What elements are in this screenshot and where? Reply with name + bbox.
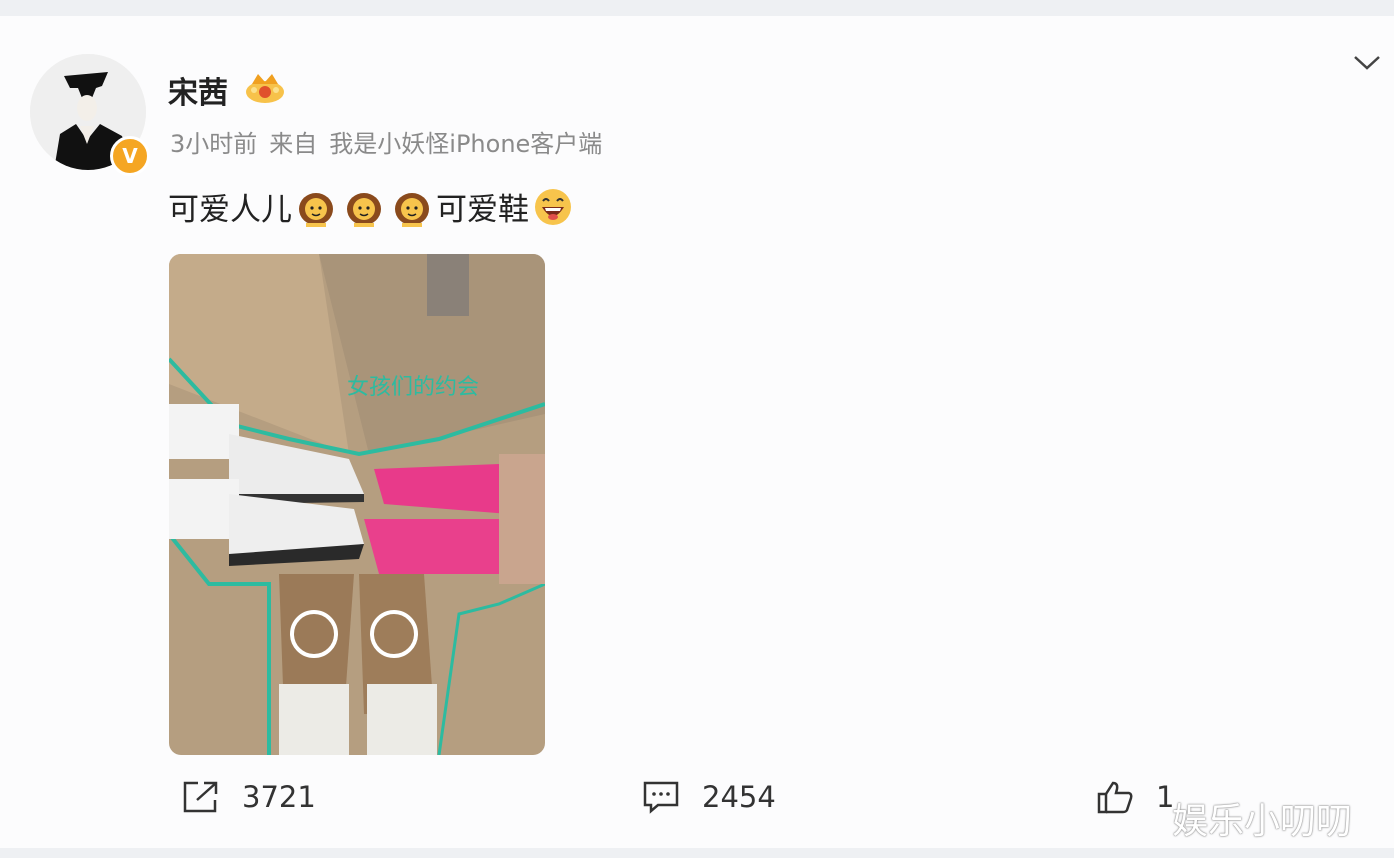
post-image[interactable]: 女孩们的约会 xyxy=(169,254,545,755)
like-button[interactable]: 1 xyxy=(1096,780,1174,814)
girl-emoji-icon xyxy=(395,192,429,227)
watermark: 娱乐小叨叨 xyxy=(1172,801,1353,842)
like-icon xyxy=(1097,781,1133,814)
post-source[interactable]: 我是小妖怪iPhone客户端 xyxy=(329,130,602,158)
post-text-part2: 可爱鞋 xyxy=(436,192,529,228)
post-text: 可爱人儿 可爱鞋 xyxy=(168,184,577,229)
girl-emoji-icon xyxy=(299,192,333,227)
comment-button[interactable]: 2454 xyxy=(642,780,776,814)
chevron-down-icon[interactable] xyxy=(1352,52,1382,72)
verified-badge: V xyxy=(110,136,150,176)
girl-emoji-icon xyxy=(347,192,381,227)
laugh-emoji-icon xyxy=(535,188,571,225)
weibo-post-card: V 宋茜 3小时前 来自 我是小妖怪iPhone客户端 可爱人儿 可爱鞋 女孩们… xyxy=(0,16,1394,848)
from-label: 来自 xyxy=(269,130,318,158)
comment-icon xyxy=(643,781,679,814)
share-icon xyxy=(183,781,218,813)
share-count: 3721 xyxy=(242,780,316,814)
share-button[interactable]: 3721 xyxy=(182,780,316,814)
comment-count: 2454 xyxy=(702,780,776,814)
post-text-part1: 可爱人儿 xyxy=(168,192,292,228)
image-caption: 女孩们的约会 xyxy=(347,375,479,400)
author-name[interactable]: 宋茜 xyxy=(168,68,228,112)
crown-badge-icon[interactable] xyxy=(244,70,286,104)
post-time[interactable]: 3小时前 xyxy=(170,130,257,158)
post-meta: 3小时前 来自 我是小妖怪iPhone客户端 xyxy=(170,124,602,159)
